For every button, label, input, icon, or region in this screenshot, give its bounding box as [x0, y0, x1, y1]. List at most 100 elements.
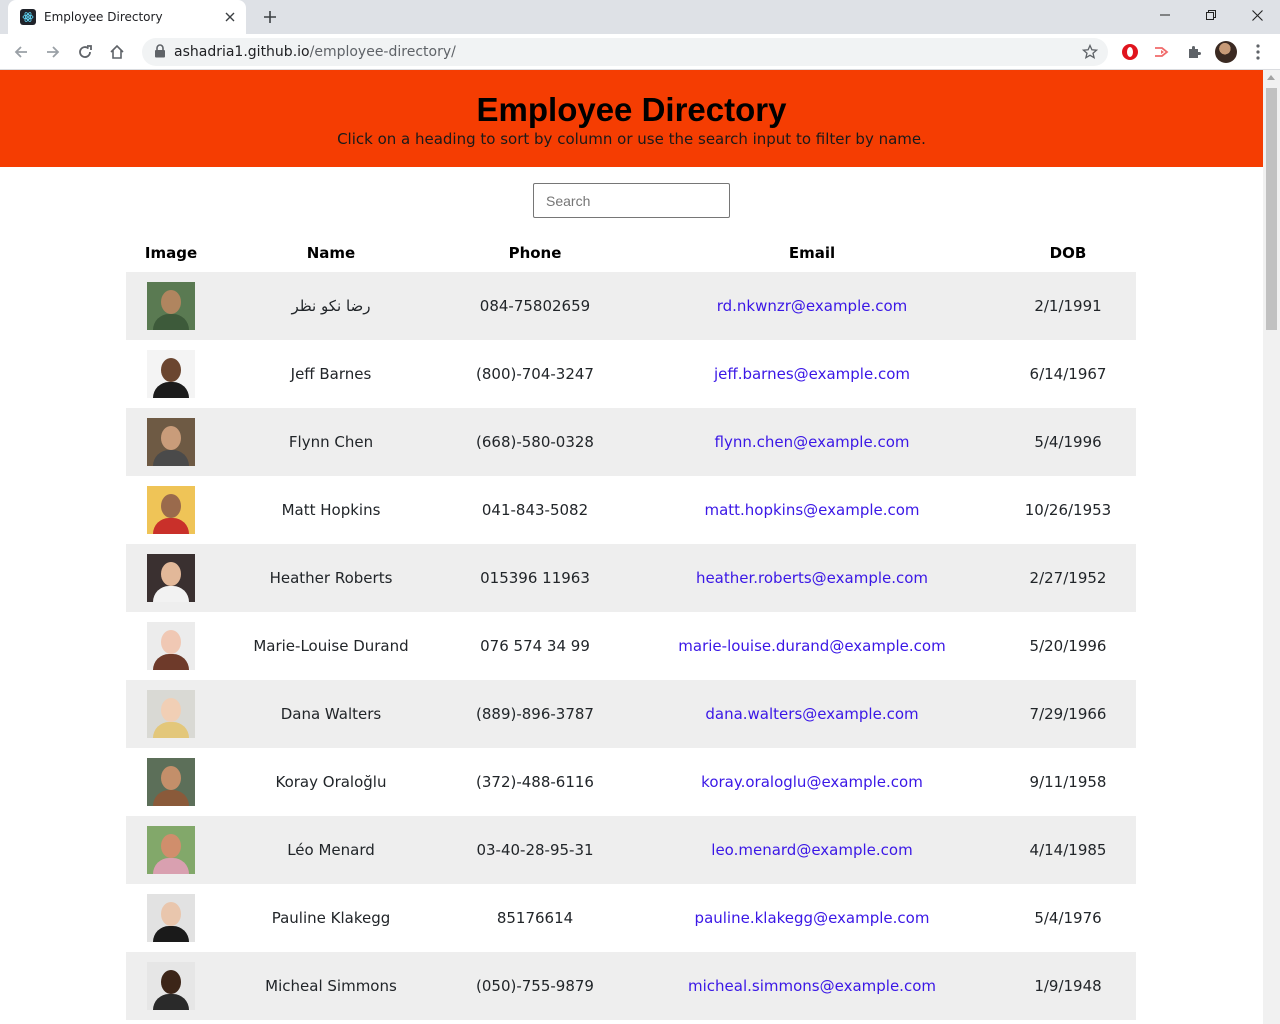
- close-window-icon[interactable]: [1234, 0, 1280, 30]
- employee-photo: [147, 962, 195, 1010]
- table-row: رضا نکو نظر 084-75802659 rd.nkwnzr@example…: [126, 272, 1136, 340]
- employee-phone: (372)-488-6116: [476, 773, 594, 791]
- close-tab-icon[interactable]: [222, 9, 238, 25]
- employee-email-link[interactable]: micheal.simmons@example.com: [688, 977, 936, 995]
- employee-dob: 5/4/1996: [1034, 433, 1102, 451]
- employee-email-cell: rd.nkwnzr@example.com: [624, 272, 1000, 340]
- employee-phone: (050)-755-9879: [476, 977, 594, 995]
- home-icon[interactable]: [104, 39, 130, 65]
- minimize-icon[interactable]: [1142, 0, 1188, 30]
- photo-face: [161, 698, 181, 722]
- photo-shoulders: [153, 518, 189, 534]
- employee-phone: 015396 11963: [480, 569, 590, 587]
- photo-shoulders: [153, 994, 189, 1010]
- column-header-email[interactable]: Email: [624, 234, 1000, 272]
- opera-extension-icon[interactable]: [1118, 40, 1142, 64]
- employee-photo-cell: [126, 340, 216, 408]
- photo-shoulders: [153, 722, 189, 738]
- profile-avatar[interactable]: [1214, 40, 1238, 64]
- page-viewport: Employee Directory Click on a heading to…: [0, 70, 1263, 1024]
- photo-face: [161, 834, 181, 858]
- scroll-up-arrow-icon[interactable]: [1267, 75, 1275, 80]
- employee-email-link[interactable]: marie-louise.durand@example.com: [678, 637, 945, 655]
- reload-icon[interactable]: [72, 39, 98, 65]
- scrollbar-thumb[interactable]: [1266, 88, 1277, 330]
- photo-face: [161, 358, 181, 382]
- back-icon[interactable]: [8, 39, 34, 65]
- employee-dob: 7/29/1966: [1029, 705, 1107, 723]
- employee-dob: 4/14/1985: [1029, 841, 1107, 859]
- page-header: Employee Directory Click on a heading to…: [0, 70, 1263, 167]
- employee-photo: [147, 282, 195, 330]
- employee-photo-cell: [126, 680, 216, 748]
- employee-name: Heather Roberts: [269, 569, 393, 587]
- employee-phone: 084-75802659: [479, 297, 591, 315]
- employee-table: Image Name Phone Email DOB رضا نکو نظر 08…: [126, 234, 1136, 1020]
- table-header: Image Name Phone Email DOB: [126, 234, 1136, 272]
- search-input[interactable]: [533, 183, 730, 218]
- profile-avatar-icon: [1215, 41, 1237, 63]
- photo-face: [161, 494, 181, 518]
- employee-email-link[interactable]: matt.hopkins@example.com: [704, 501, 919, 519]
- employee-email-link[interactable]: heather.roberts@example.com: [696, 569, 928, 587]
- employee-photo: [147, 486, 195, 534]
- browser-menu-icon[interactable]: [1246, 40, 1270, 64]
- employee-email-link[interactable]: rd.nkwnzr@example.com: [717, 297, 908, 315]
- employee-name: Matt Hopkins: [281, 501, 381, 519]
- employee-photo: [147, 758, 195, 806]
- employee-email-cell: micheal.simmons@example.com: [624, 952, 1000, 1020]
- employee-email-cell: leo.menard@example.com: [624, 816, 1000, 884]
- photo-face: [161, 902, 181, 926]
- employee-photo: [147, 350, 195, 398]
- employee-email-cell: koray.oraloglu@example.com: [624, 748, 1000, 816]
- column-header-image[interactable]: Image: [126, 234, 216, 272]
- employee-name: Dana Walters: [280, 705, 382, 723]
- employee-dob: 5/20/1996: [1029, 637, 1107, 655]
- employee-photo: [147, 418, 195, 466]
- employee-phone: 85176614: [496, 909, 574, 927]
- window-controls: [1142, 0, 1280, 30]
- browser-tab-strip: Employee Directory: [0, 0, 1280, 34]
- photo-face: [161, 426, 181, 450]
- employee-email-cell: pauline.klakegg@example.com: [624, 884, 1000, 952]
- employee-photo-cell: [126, 408, 216, 476]
- photo-face: [161, 630, 181, 654]
- employee-dob: 2/27/1952: [1029, 569, 1107, 587]
- new-tab-icon[interactable]: [258, 6, 282, 28]
- employee-email-cell: matt.hopkins@example.com: [624, 476, 1000, 544]
- employee-email-cell: marie-louise.durand@example.com: [624, 612, 1000, 680]
- table-row: Matt Hopkins 041-843-5082 matt.hopkins@exa…: [126, 476, 1136, 544]
- restore-icon[interactable]: [1188, 0, 1234, 30]
- cast-extension-icon[interactable]: [1150, 40, 1174, 64]
- employee-phone: (889)-896-3787: [476, 705, 594, 723]
- employee-email-link[interactable]: flynn.chen@example.com: [715, 433, 910, 451]
- employee-email-link[interactable]: dana.walters@example.com: [705, 705, 918, 723]
- employee-name: Flynn Chen: [288, 433, 374, 451]
- table-row: Koray Oraloğlu (372)-488-6116 koray.oralog…: [126, 748, 1136, 816]
- extensions-puzzle-icon[interactable]: [1182, 40, 1206, 64]
- page-scrollbar[interactable]: [1263, 70, 1280, 1024]
- url-host: ashadria1.github.io: [174, 44, 310, 60]
- employee-email-link[interactable]: koray.oraloglu@example.com: [701, 773, 923, 791]
- column-header-phone[interactable]: Phone: [446, 234, 624, 272]
- employee-photo: [147, 894, 195, 942]
- browser-tab[interactable]: Employee Directory: [8, 0, 246, 34]
- employee-email-cell: dana.walters@example.com: [624, 680, 1000, 748]
- forward-icon[interactable]: [40, 39, 66, 65]
- employee-dob: 6/14/1967: [1029, 365, 1107, 383]
- employee-name: Koray Oraloğlu: [275, 773, 387, 791]
- employee-dob: 5/4/1976: [1034, 909, 1102, 927]
- photo-shoulders: [153, 926, 189, 942]
- employee-email-link[interactable]: jeff.barnes@example.com: [714, 365, 910, 383]
- employee-email-link[interactable]: leo.menard@example.com: [711, 841, 912, 859]
- bookmark-star-icon[interactable]: [1081, 43, 1099, 64]
- table-row: Marie-Louise Durand 076 574 34 99 marie-lo…: [126, 612, 1136, 680]
- column-header-dob[interactable]: DOB: [1000, 234, 1136, 272]
- search-container: [0, 167, 1263, 233]
- address-bar[interactable]: ashadria1.github.io/employee-directory/: [142, 38, 1108, 66]
- employee-email-link[interactable]: pauline.klakegg@example.com: [695, 909, 930, 927]
- lock-icon[interactable]: [154, 43, 166, 62]
- photo-shoulders: [153, 586, 189, 602]
- photo-face: [161, 562, 181, 586]
- column-header-name[interactable]: Name: [216, 234, 446, 272]
